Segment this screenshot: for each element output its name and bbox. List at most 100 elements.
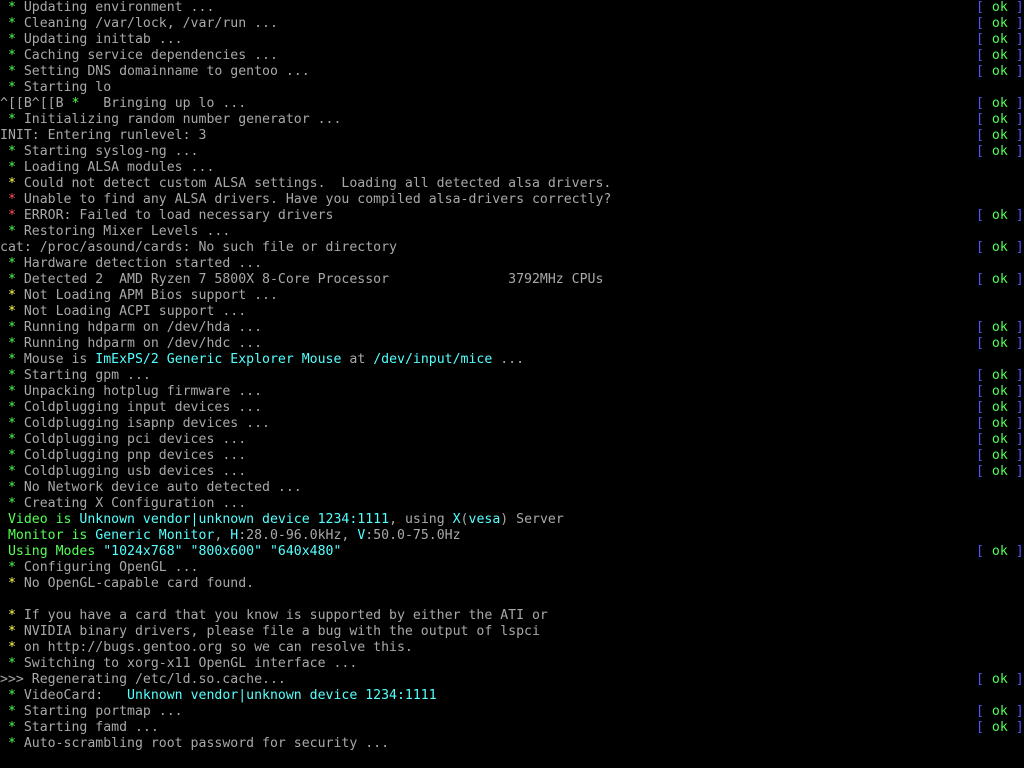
console-line-text: * Coldplugging pci devices ... (0, 432, 246, 448)
ok-status: [ ok ] (976, 64, 1024, 80)
console-line-text: >>> Regenerating /etc/ld.so.cache... (0, 672, 286, 688)
status-ok-text: ok (991, 368, 1008, 383)
console-line: * Caching service dependencies ... [ ok ] (0, 48, 1024, 64)
console-line-text: * Starting syslog-ng ... (0, 144, 199, 160)
status-bracket-open: [ (976, 384, 992, 399)
console-line: * Setting DNS domainname to gentoo ... [ … (0, 64, 1024, 80)
console-text-segment: ... (492, 352, 525, 367)
status-asterisk-ok: * (0, 400, 16, 415)
console-text-segment: Unable to find any ALSA drivers. Have yo… (15, 192, 612, 207)
status-asterisk-error: * (0, 192, 16, 207)
console-text-segment: ^[[B^[[B (0, 96, 72, 111)
console-line-text: Video is Unknown vendor|unknown device 1… (0, 512, 564, 528)
ok-status: [ ok ] (976, 384, 1024, 400)
console-line-text: * Restoring Mixer Levels ... (0, 224, 230, 240)
status-asterisk-ok: * (0, 560, 16, 575)
status-asterisk-ok: * (0, 272, 16, 287)
console-text-segment: Starting lo (15, 80, 112, 95)
status-bracket-close: ] (1007, 384, 1024, 399)
console-text-segment: Configuring OpenGL ... (15, 560, 199, 575)
console-line: * VideoCard: Unknown vendor|unknown devi… (0, 688, 1024, 704)
status-ok-text: ok (991, 272, 1008, 287)
status-bracket-close: ] (1007, 416, 1024, 431)
console-line: * Hardware detection started ... (0, 256, 1024, 272)
status-bracket-open: [ (976, 0, 992, 15)
console-text-segment: >>> Regenerating /etc/ld.so.cache... (0, 672, 286, 687)
console-text-segment: Coldplugging isapnp devices ... (15, 416, 270, 431)
status-bracket-close: ] (1007, 32, 1024, 47)
status-bracket-open: [ (976, 128, 992, 143)
console-line-text: * Coldplugging usb devices ... (0, 464, 246, 480)
status-ok-text: ok (991, 128, 1008, 143)
status-asterisk-ok: * (0, 688, 16, 703)
console-line-text: * If you have a card that you know is su… (0, 608, 548, 624)
status-bracket-close: ] (1007, 336, 1024, 351)
console-line-text: * Starting gpm ... (0, 368, 151, 384)
ok-status: [ ok ] (976, 272, 1024, 288)
console-line: * Mouse is ImExPS/2 Generic Explorer Mou… (0, 352, 1024, 368)
status-asterisk-warning: * (0, 176, 16, 191)
status-bracket-open: [ (976, 16, 992, 31)
status-bracket-close: ] (1007, 400, 1024, 415)
ok-status: [ ok ] (976, 544, 1024, 560)
console-text-segment: Setting DNS domainname to gentoo ... (15, 64, 310, 79)
console-text-segment: Not Loading APM Bios support ... (15, 288, 278, 303)
console-line-text: * Starting famd ... (0, 720, 159, 736)
console-line: * Updating inittab ... [ ok ] (0, 32, 1024, 48)
console-line: * Coldplugging pci devices ... [ ok ] (0, 432, 1024, 448)
console-text-segment: Restoring Mixer Levels ... (15, 224, 231, 239)
status-ok-text: ok (991, 0, 1008, 15)
ok-status: [ ok ] (976, 368, 1024, 384)
status-ok-text: ok (991, 432, 1008, 447)
console-line-text: * Unable to find any ALSA drivers. Have … (0, 192, 611, 208)
console-line-text: * ERROR: Failed to load necessary driver… (0, 208, 334, 224)
console-line: ^[[B^[[B * Bringing up lo ... [ ok ] (0, 96, 1024, 112)
console-line-text: * Running hdparm on /dev/hda ... (0, 320, 262, 336)
console-line-text: * Not Loading ACPI support ... (0, 304, 246, 320)
console-text-segment: ( (460, 512, 469, 527)
console-text-segment: Auto-scrambling root password for securi… (15, 736, 390, 751)
console-text-segment: If you have a card that you know is supp… (15, 608, 548, 623)
console-text-segment: Updating environment ... (15, 0, 215, 15)
console-text-segment: Caching service dependencies ... (15, 48, 278, 63)
status-asterisk-ok: * (0, 720, 16, 735)
status-bracket-open: [ (976, 96, 992, 111)
console-line-text: * Coldplugging isapnp devices ... (0, 416, 270, 432)
status-asterisk-ok: * (0, 384, 16, 399)
status-asterisk-ok: * (0, 320, 16, 335)
status-bracket-open: [ (976, 448, 992, 463)
status-asterisk-ok: * (0, 656, 16, 671)
console-text-segment: Switching to xorg-x11 OpenGL interface .… (15, 656, 358, 671)
status-ok-text: ok (991, 32, 1008, 47)
console-text-segment: vesa (468, 512, 501, 527)
status-ok-text: ok (991, 144, 1008, 159)
console-line: * Running hdparm on /dev/hdc ... [ ok ] (0, 336, 1024, 352)
status-asterisk-ok: * (0, 144, 16, 159)
console-text-segment: Video is (0, 512, 80, 527)
status-bracket-open: [ (976, 544, 992, 559)
console-text-segment: Starting famd ... (15, 720, 159, 735)
console-line: * Coldplugging pnp devices ... [ ok ] (0, 448, 1024, 464)
status-bracket-close: ] (1007, 0, 1024, 15)
console-text-segment: Using Modes (0, 544, 104, 559)
status-bracket-close: ] (1007, 128, 1024, 143)
console-text-segment: NVIDIA binary drivers, please file a bug… (15, 624, 540, 639)
console-line: Video is Unknown vendor|unknown device 1… (0, 512, 1024, 528)
console-text-segment: Running hdparm on /dev/hda ... (15, 320, 263, 335)
status-ok-text: ok (991, 64, 1008, 79)
status-asterisk-ok: * (0, 256, 16, 271)
boot-console: * Updating environment ... [ ok ] * Clean… (0, 0, 1024, 768)
status-bracket-open: [ (976, 336, 992, 351)
console-line: * Detected 2 AMD Ryzen 7 5800X 8-Core Pr… (0, 272, 1024, 288)
console-text-segment: ERROR: Failed to load necessary drivers (15, 208, 334, 223)
console-line-text: * Switching to xorg-x11 OpenGL interface… (0, 656, 357, 672)
status-bracket-open: [ (976, 720, 992, 735)
console-line: * Initializing random number generator .… (0, 112, 1024, 128)
console-line: * No OpenGL-capable card found. (0, 576, 1024, 592)
status-ok-text: ok (991, 16, 1008, 31)
status-ok-text: ok (991, 96, 1008, 111)
ok-status: [ ok ] (976, 320, 1024, 336)
status-bracket-open: [ (976, 464, 992, 479)
console-text-segment: Hardware detection started ... (15, 256, 263, 271)
